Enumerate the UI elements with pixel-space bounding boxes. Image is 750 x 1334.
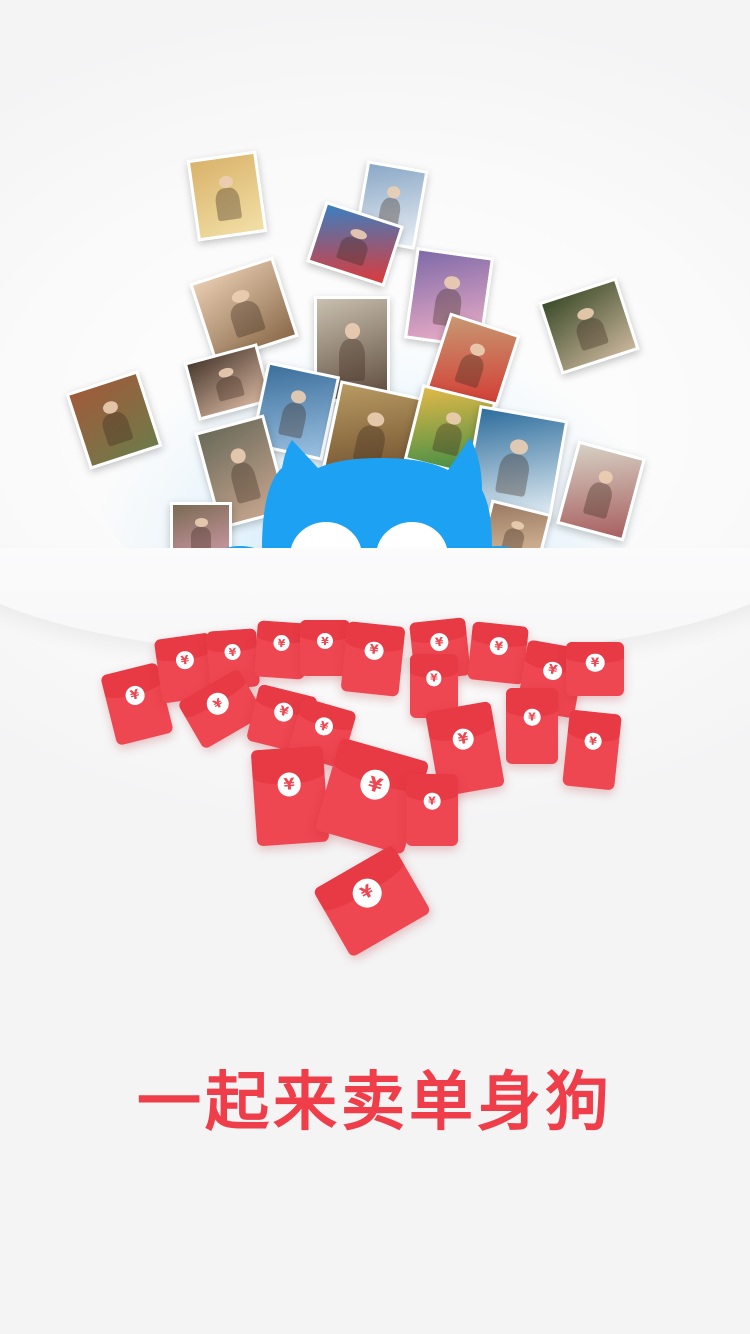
yuan-coin-icon: ¥ bbox=[583, 731, 603, 751]
yuan-coin-icon: ¥ bbox=[276, 772, 302, 797]
yuan-coin-icon: ¥ bbox=[541, 659, 564, 682]
headline-text: 一起来卖单身狗 bbox=[137, 1066, 613, 1140]
yuan-coin-icon: ¥ bbox=[272, 634, 291, 652]
splash-screen: ¥ ¥ ¥ ¥ ¥ ¥ ¥ ¥ ¥ ¥ ¥ ¥ ¥ ¥ ¥ ¥ ¥ ¥ ¥ ¥ ¥ 一起来卖单身狗 bbox=[0, 0, 750, 1334]
red-envelope: ¥ bbox=[340, 621, 406, 697]
yuan-coin-icon: ¥ bbox=[272, 700, 296, 724]
red-envelope: ¥ bbox=[506, 688, 558, 764]
yuan-coin-icon: ¥ bbox=[488, 636, 509, 656]
red-envelope-pile: ¥ ¥ ¥ ¥ ¥ ¥ ¥ ¥ ¥ ¥ ¥ ¥ ¥ ¥ ¥ ¥ ¥ ¥ ¥ ¥ ¥ bbox=[0, 0, 750, 1000]
red-envelope: ¥ bbox=[467, 621, 529, 685]
yuan-coin-icon: ¥ bbox=[585, 653, 605, 672]
yuan-coin-icon: ¥ bbox=[356, 766, 394, 804]
yuan-coin-icon: ¥ bbox=[312, 715, 335, 738]
yuan-coin-icon: ¥ bbox=[429, 632, 450, 652]
yuan-coin-icon: ¥ bbox=[202, 688, 234, 719]
red-envelope: ¥ bbox=[250, 745, 330, 847]
yuan-coin-icon: ¥ bbox=[426, 670, 442, 686]
yuan-coin-icon: ¥ bbox=[223, 643, 242, 661]
yuan-coin-icon: ¥ bbox=[174, 650, 196, 671]
yuan-coin-icon: ¥ bbox=[123, 684, 147, 707]
yuan-coin-icon: ¥ bbox=[363, 640, 385, 661]
yuan-coin-icon: ¥ bbox=[450, 726, 476, 752]
red-envelope: ¥ bbox=[406, 774, 458, 846]
red-envelope: ¥ bbox=[566, 642, 624, 696]
red-envelope: ¥ bbox=[312, 844, 432, 958]
yuan-coin-icon: ¥ bbox=[347, 872, 388, 913]
yuan-coin-icon: ¥ bbox=[523, 708, 541, 726]
yuan-coin-icon: ¥ bbox=[317, 633, 333, 650]
yuan-coin-icon: ¥ bbox=[423, 793, 441, 810]
red-envelope: ¥ bbox=[562, 709, 622, 791]
